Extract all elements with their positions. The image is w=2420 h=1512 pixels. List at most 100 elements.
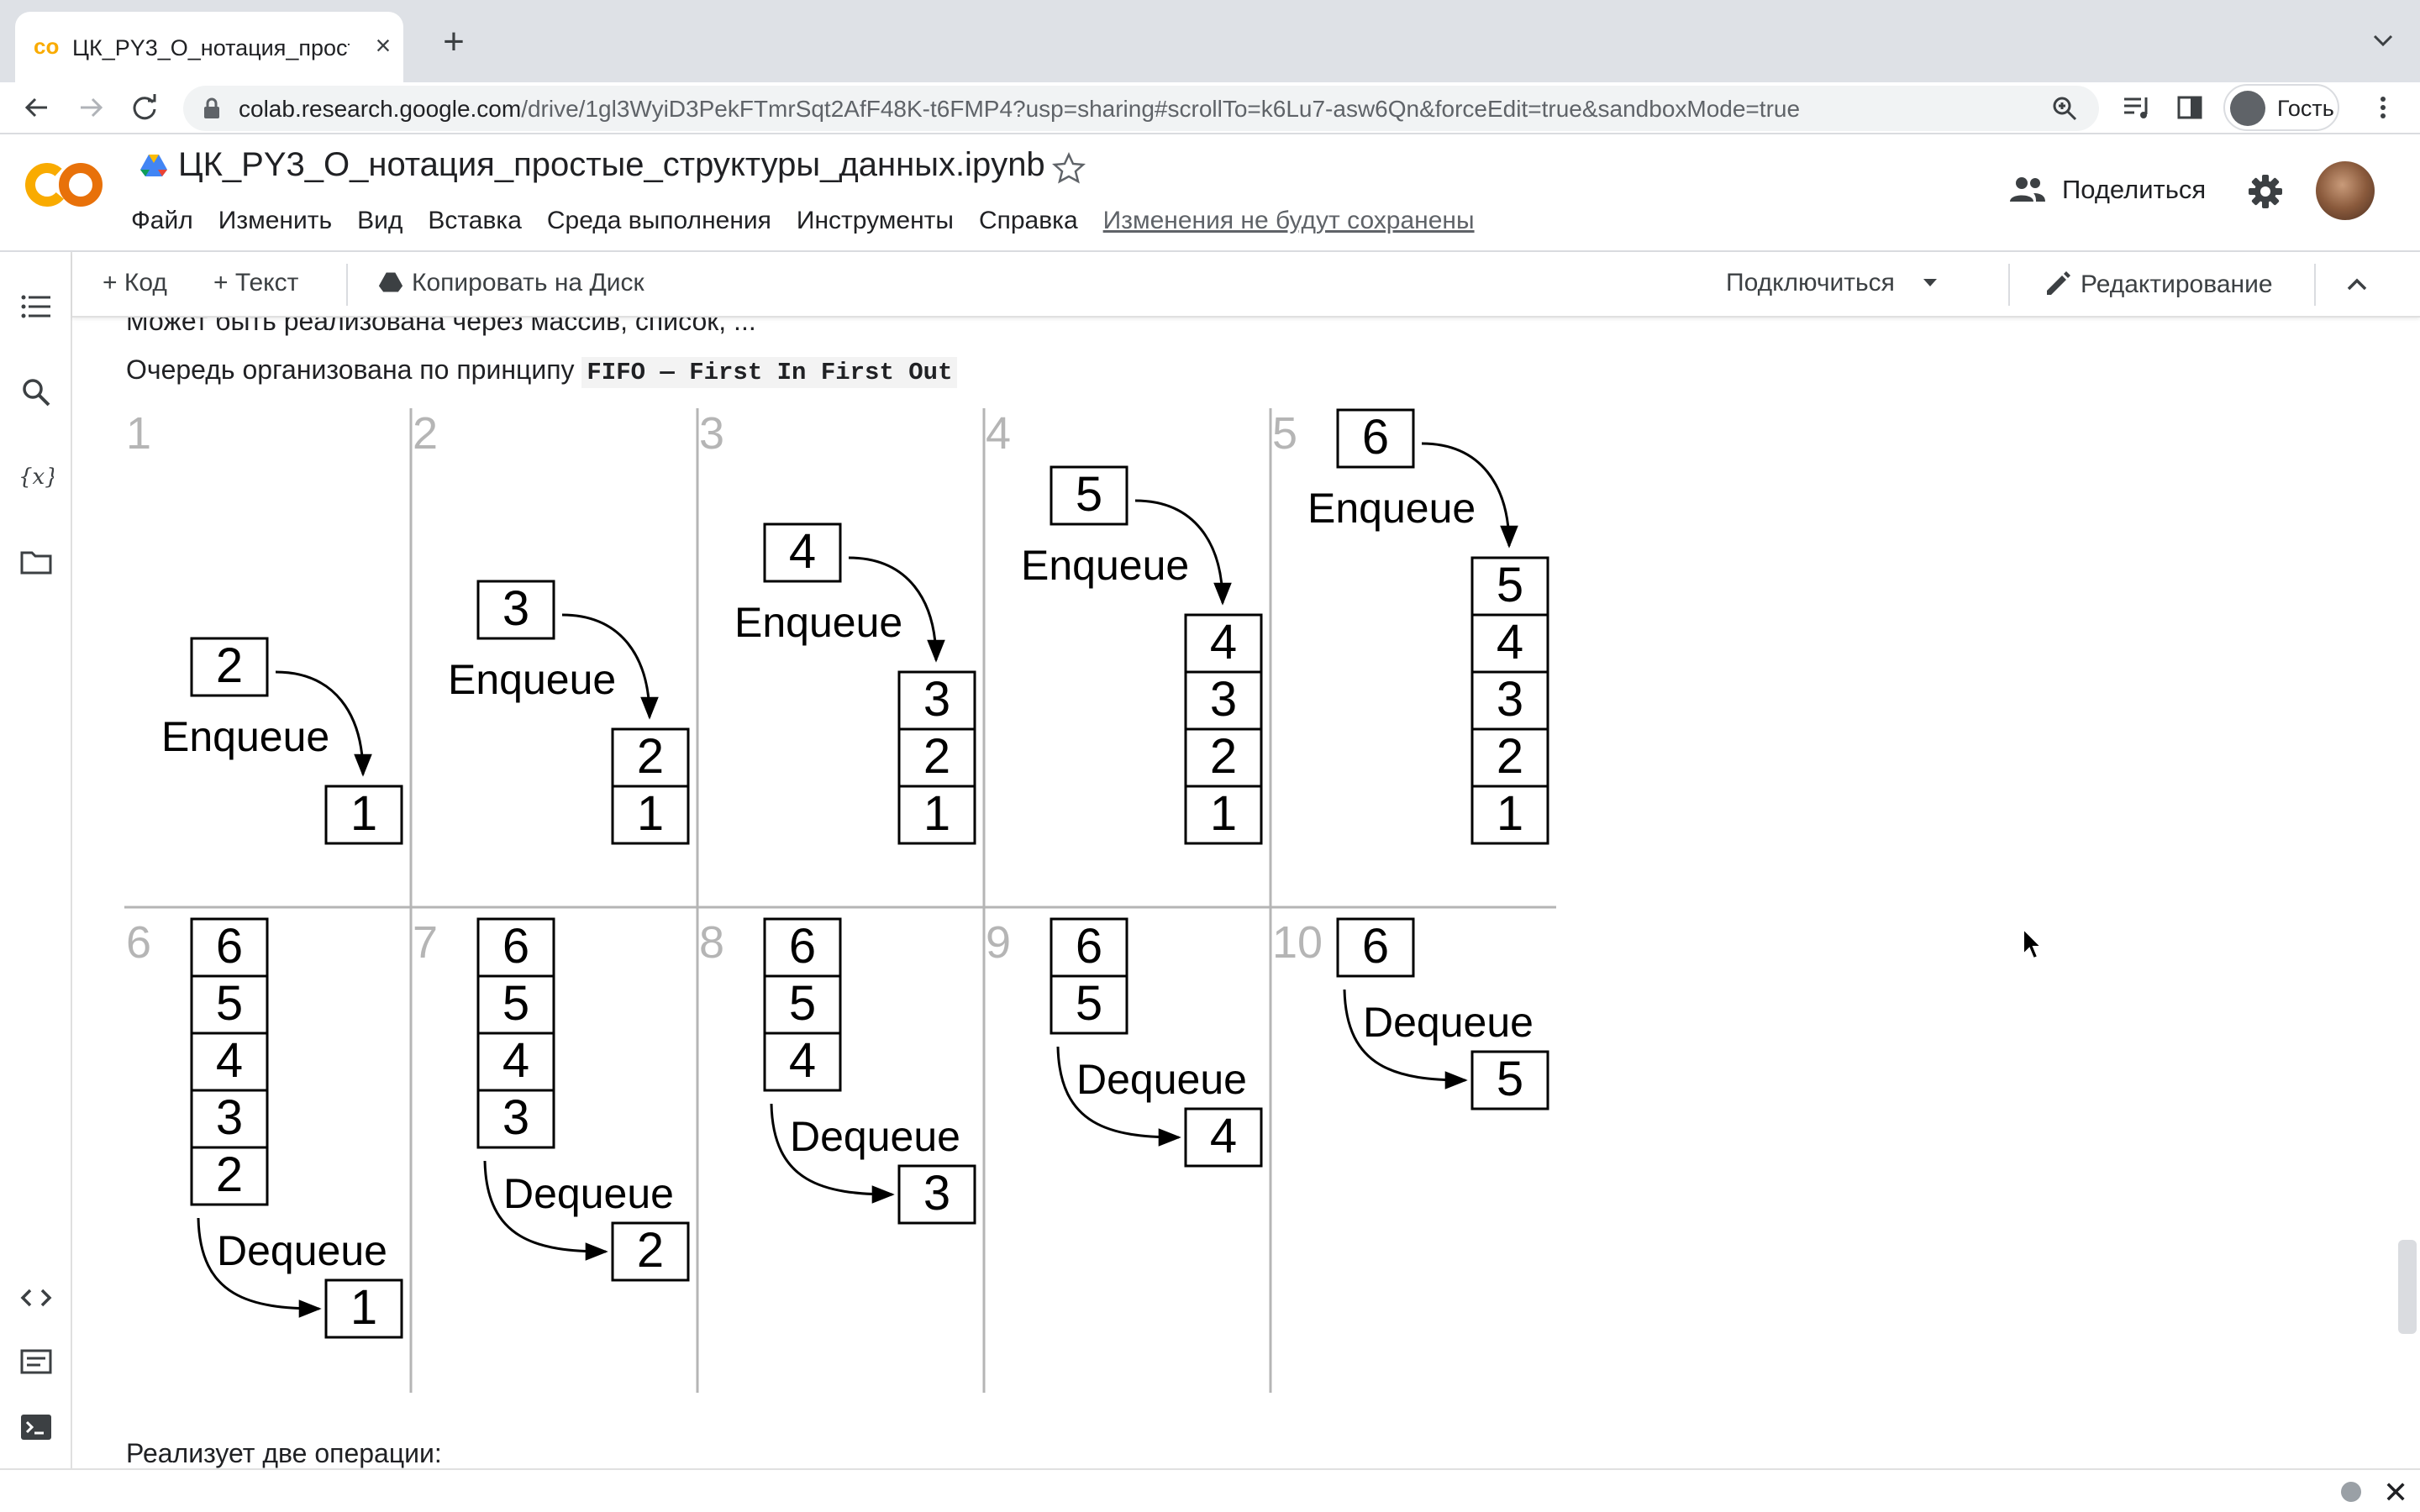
zoom-icon[interactable] [2050, 94, 2079, 123]
user-avatar[interactable] [2316, 161, 2375, 220]
folder-icon[interactable] [18, 544, 54, 580]
address-bar[interactable]: colab.research.google.com/drive/1gl3WyiD… [183, 86, 2099, 131]
tab-search-chevron-icon[interactable] [2368, 25, 2398, 55]
reload-icon[interactable] [126, 89, 163, 126]
enqueue-label: Enqueue [1021, 542, 1189, 589]
pencil-icon [2047, 271, 2070, 295]
step-number: 3 [699, 408, 724, 459]
outgoing-item-label: 1 [350, 1280, 377, 1335]
close-icon[interactable]: ✕ [2383, 1475, 2408, 1510]
colab-logo-icon[interactable] [25, 160, 103, 210]
queue-item-label: 4 [789, 1033, 816, 1088]
incoming-item-label: 3 [502, 581, 529, 636]
chevron-down-icon[interactable] [1918, 270, 1942, 294]
drive-outline-icon [378, 272, 403, 292]
queue-item-label: 4 [216, 1033, 243, 1088]
browser-address-row: colab.research.google.com/drive/1gl3WyiD… [0, 82, 2420, 134]
step-number: 2 [413, 408, 438, 459]
queue-fifo-diagram: 112Enqueue2213Enqueue33214Enqueue443215E… [124, 408, 1556, 1393]
vertical-scrollbar[interactable] [2393, 318, 2420, 1468]
forward-icon[interactable] [72, 89, 109, 126]
gear-icon[interactable] [2247, 173, 2284, 210]
menu-help[interactable]: Справка [979, 207, 1078, 235]
queue-item-label: 2 [1497, 729, 1523, 784]
text-line-operations: Реализует две операции: [126, 1438, 442, 1468]
terminal-icon[interactable] [18, 1410, 54, 1445]
chevron-up-icon[interactable] [2343, 270, 2371, 299]
search-icon[interactable] [18, 375, 54, 410]
menu-view[interactable]: Вид [357, 207, 402, 235]
add-code-button[interactable]: + Код [103, 269, 167, 297]
incoming-item-label: 2 [216, 638, 243, 693]
copy-to-drive-label: Копировать на Диск [412, 269, 644, 297]
google-drive-icon[interactable] [139, 153, 168, 178]
queue-item-label: 3 [1210, 672, 1237, 727]
outgoing-item-label: 4 [1210, 1109, 1237, 1163]
profile-button[interactable]: Гость [2223, 84, 2339, 131]
queue-item-label: 2 [216, 1147, 243, 1202]
queue-item-label: 3 [216, 1090, 243, 1145]
fifo-code: FIFO — First In First Out [581, 357, 958, 388]
queue-item-label: 4 [502, 1033, 529, 1088]
step-number: 4 [986, 408, 1011, 459]
svg-text:{x}: {x} [18, 465, 54, 490]
lock-icon[interactable] [202, 97, 222, 119]
editing-mode-button[interactable]: Редактирование [2044, 269, 2273, 299]
menu-file[interactable]: Файл [131, 207, 193, 235]
queue-item-label: 6 [216, 919, 243, 974]
mouse-cursor-icon [2023, 927, 2044, 960]
menu-tools[interactable]: Инструменты [797, 207, 954, 235]
queue-item-label: 6 [789, 919, 816, 974]
outgoing-item-label: 2 [637, 1223, 664, 1278]
queue-item-label: 3 [1497, 672, 1523, 727]
runtime-status-icon[interactable] [2341, 1482, 2361, 1502]
queue-item-label: 5 [1076, 976, 1102, 1031]
incoming-item-label: 5 [1076, 467, 1102, 522]
browser-tab[interactable]: co ЦК_PY3_O_нотация_просты × [15, 12, 403, 82]
code-snippets-icon[interactable] [18, 1280, 54, 1315]
tab-close-icon[interactable]: × [366, 29, 400, 62]
scrollbar-thumb[interactable] [2398, 1240, 2417, 1334]
queue-item-label: 6 [1076, 919, 1102, 974]
url-text: colab.research.google.com/drive/1gl3WyiD… [239, 96, 1800, 123]
enqueue-label: Enqueue [1307, 485, 1476, 532]
command-palette-icon[interactable] [18, 1344, 54, 1379]
star-icon[interactable] [1052, 151, 1086, 185]
notebook-title[interactable]: ЦК_PY3_O_нотация_простые_структуры_данны… [178, 146, 1045, 184]
dequeue-label: Dequeue [1363, 999, 1534, 1046]
back-icon[interactable] [18, 89, 55, 126]
unsaved-changes-link[interactable]: Изменения не будут сохранены [1103, 207, 1475, 235]
text-line-fifo: Очередь организована по принципу FIFO — … [126, 354, 958, 388]
copy-to-drive-button[interactable]: Копировать на Диск [378, 269, 644, 297]
status-bar: ✕ [0, 1468, 2420, 1512]
queue-item-label: 5 [789, 976, 816, 1031]
editing-label: Редактирование [2081, 270, 2273, 298]
tab-title: ЦК_PY3_O_нотация_просты [72, 35, 350, 60]
incoming-item-label: 4 [789, 524, 816, 579]
text-line-implementation: Может быть реализована через массив, спи… [126, 318, 756, 336]
connect-button[interactable]: Подключиться [1726, 269, 1942, 297]
url-path: /drive/1gl3WyiD3PekFTmrSqt2AfF48K-t6FMP4… [521, 96, 1801, 122]
enqueue-label: Enqueue [161, 713, 329, 760]
queue-item-label: 6 [1362, 919, 1389, 974]
menu-runtime[interactable]: Среда выполнения [547, 207, 771, 235]
variables-icon[interactable]: {x} [18, 459, 54, 494]
media-controls-icon[interactable] [2121, 91, 2154, 124]
queue-item-label: 4 [1497, 615, 1523, 669]
share-button[interactable]: Поделиться [2008, 170, 2210, 212]
browser-tab-strip: co ЦК_PY3_O_нотация_просты × + [0, 0, 2420, 82]
browser-menu-icon[interactable] [2368, 92, 2398, 123]
menu-edit[interactable]: Изменить [218, 207, 332, 235]
menu-insert[interactable]: Вставка [428, 207, 522, 235]
queue-item-label: 5 [502, 976, 529, 1031]
side-panel-icon[interactable] [2175, 92, 2205, 123]
queue-item-label: 6 [502, 919, 529, 974]
people-icon [2010, 177, 2045, 202]
step-number: 8 [699, 917, 724, 968]
add-text-button[interactable]: + Текст [213, 269, 298, 297]
table-of-contents-icon[interactable] [18, 289, 54, 324]
step-number: 6 [126, 917, 151, 968]
toolbar-divider [2008, 264, 2010, 306]
outgoing-item-label: 3 [923, 1166, 950, 1221]
new-tab-icon[interactable]: + [437, 24, 471, 60]
